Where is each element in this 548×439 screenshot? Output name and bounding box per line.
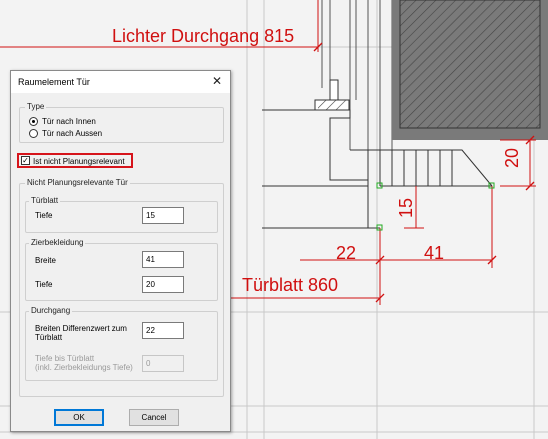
radio-tuer-nach-innen[interactable]	[29, 117, 38, 126]
tiefe-bis-tuerblatt-label-2: (inkl. Zierbekleidungs Tiefe)	[35, 363, 133, 372]
tuerblatt-group	[25, 201, 218, 233]
zierbekleidung-tiefe-input[interactable]: 20	[142, 276, 184, 293]
dim-lichter-durchgang: Lichter Durchgang 815	[112, 26, 295, 46]
type-group-label: Type	[25, 102, 47, 111]
breiten-differenzwert-label-1: Breiten Differenzwert zum	[35, 324, 127, 333]
ist-nicht-planungsrelevant-label[interactable]: Ist nicht Planungsrelevant	[33, 157, 125, 166]
dim-41: 41	[424, 243, 445, 263]
zierbekleidung-breite-input[interactable]: 41	[142, 251, 184, 268]
ok-button[interactable]: OK	[54, 409, 104, 426]
dialog-titlebar[interactable]: Raumelement Tür ✕	[11, 71, 230, 93]
zierbekleidung-breite-label: Breite	[35, 256, 56, 265]
cancel-button[interactable]: Cancel	[129, 409, 179, 426]
breiten-differenzwert-input[interactable]: 22	[142, 322, 184, 339]
raumelement-tuer-dialog: Raumelement Tür ✕ Type Tür nach Innen Tü…	[10, 70, 231, 432]
zierbekleidung-tiefe-label: Tiefe	[35, 280, 53, 289]
tiefe-bis-tuerblatt-label-1: Tiefe bis Türblatt	[35, 354, 95, 363]
tuerblatt-label: Türblatt	[29, 196, 61, 205]
breiten-differenzwert-label-2: Türblatt	[35, 333, 63, 342]
radio-tuer-nach-aussen[interactable]	[29, 129, 38, 138]
zierbekleidung-label: Zierbekleidung	[29, 238, 86, 247]
tuerblatt-tiefe-input[interactable]: 15	[142, 207, 184, 224]
radio-tuer-nach-innen-label[interactable]: Tür nach Innen	[42, 117, 96, 126]
dim-tuerblatt: Türblatt 860	[242, 275, 339, 295]
tiefe-bis-tuerblatt-input: 0	[142, 355, 184, 372]
tuerblatt-tiefe-label: Tiefe	[35, 211, 53, 220]
dim-20: 20	[502, 147, 522, 168]
dim-15: 15	[396, 197, 416, 218]
radio-tuer-nach-aussen-label[interactable]: Tür nach Aussen	[42, 129, 102, 138]
ist-nicht-planungsrelevant-checkbox[interactable]: ✓	[21, 156, 30, 165]
close-icon[interactable]: ✕	[212, 74, 222, 88]
zierbekleidung-group	[25, 243, 218, 301]
dim-22: 22	[336, 243, 357, 263]
durchgang-label: Durchgang	[29, 306, 73, 315]
dialog-title: Raumelement Tür	[18, 77, 90, 87]
nicht-planungsrelevante-tuer-label: Nicht Planungsrelevante Tür	[25, 178, 130, 187]
